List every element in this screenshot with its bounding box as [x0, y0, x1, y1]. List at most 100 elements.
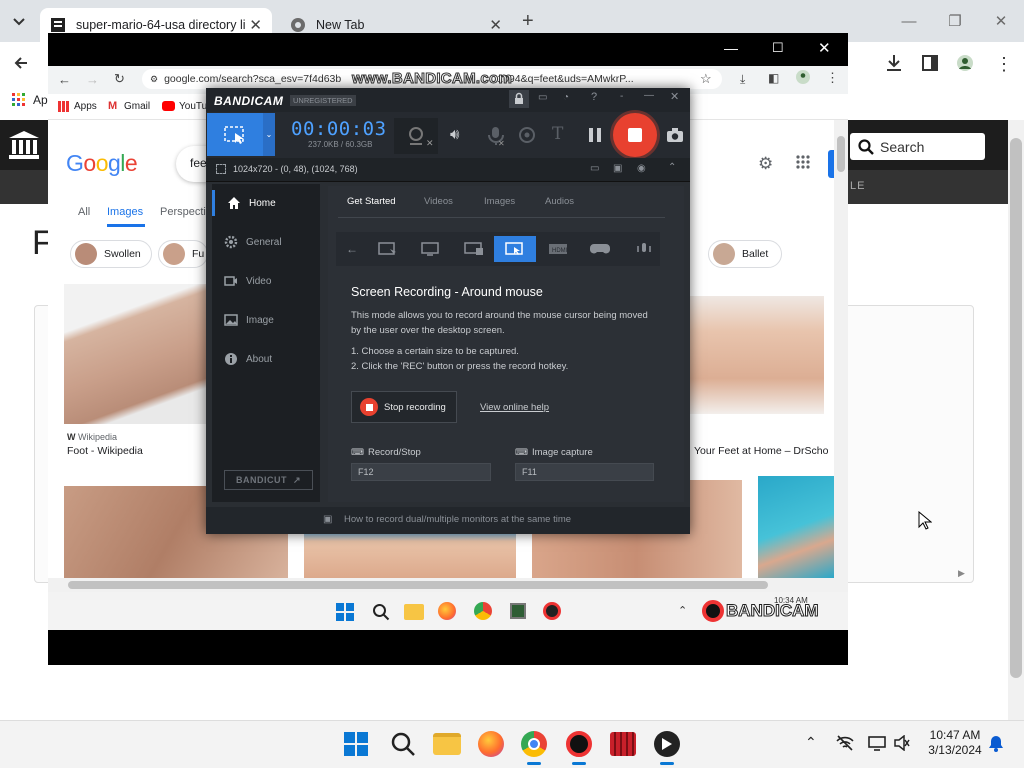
notification-bell-icon[interactable]: [988, 735, 1004, 753]
record-stop-hotkey[interactable]: F12: [351, 463, 491, 481]
tab-get-started[interactable]: Get Started: [347, 196, 396, 207]
result-title[interactable]: Your Feet at Home – DrScho: [694, 445, 828, 457]
chrome-icon[interactable]: [521, 731, 547, 757]
sidebar-item-video[interactable]: Video: [212, 268, 320, 294]
scroll-right-icon[interactable]: ▶: [958, 568, 965, 579]
tab-perspectives[interactable]: Perspecti: [160, 206, 206, 218]
mouse-effect-icon[interactable]: [518, 126, 536, 144]
image-capture-hotkey[interactable]: F11: [515, 463, 654, 481]
inner-menu-icon[interactable]: ⋮: [826, 70, 839, 86]
inner-firefox-icon[interactable]: [438, 602, 456, 620]
inner-side-panel-icon[interactable]: ◧: [768, 71, 779, 85]
bandicam-icon[interactable]: [566, 731, 592, 757]
inner-tray-chevron-icon[interactable]: ⌃: [678, 604, 687, 617]
bc-collapse-button[interactable]: —: [644, 90, 654, 101]
help-icon[interactable]: ?: [591, 91, 597, 103]
inner-download-icon[interactable]: ⤓: [740, 72, 745, 87]
clock-icon[interactable]: ◔: [563, 92, 569, 103]
folder-icon[interactable]: ▭: [538, 92, 547, 103]
sidebar-item-image[interactable]: Image: [212, 307, 320, 333]
site-search-input[interactable]: Search: [850, 133, 985, 160]
volume-muted-icon[interactable]: [894, 735, 910, 751]
sidebar-item-about[interactable]: About: [212, 346, 320, 372]
sidebar-item-home[interactable]: Home: [212, 190, 320, 216]
tab-search-icon[interactable]: [10, 12, 28, 30]
result-image[interactable]: [758, 476, 834, 578]
speaker-icon[interactable]: 🔊︎: [450, 126, 459, 143]
result-title[interactable]: Foot - Wikipedia: [67, 445, 143, 457]
view-online-help-link[interactable]: View online help: [480, 402, 549, 413]
bandicut-button[interactable]: BANDICUT ↗: [224, 470, 313, 490]
image-icon[interactable]: ▣: [613, 163, 622, 174]
text-overlay-icon[interactable]: T: [552, 124, 563, 144]
inner-app-icon[interactable]: [510, 603, 526, 619]
mode-game-icon[interactable]: [580, 236, 620, 262]
chip-fungus[interactable]: Fu: [158, 240, 208, 268]
result-image-feet[interactable]: [690, 296, 824, 414]
inner-minimize-button[interactable]: —: [724, 40, 738, 56]
bookmark-star-icon[interactable]: ☆: [700, 71, 712, 87]
tab-images[interactable]: Images: [107, 206, 143, 218]
mode-select-button[interactable]: [207, 113, 263, 156]
inner-bandicam-icon[interactable]: [543, 602, 561, 620]
microphone-icon[interactable]: ✕: [484, 124, 508, 148]
pause-button[interactable]: [588, 126, 602, 144]
network-disconnected-icon[interactable]: [836, 735, 854, 751]
media-player-icon[interactable]: [654, 731, 680, 757]
search-icon[interactable]: [390, 731, 420, 761]
tab-all[interactable]: All: [78, 206, 90, 218]
firefox-icon[interactable]: [478, 731, 504, 757]
new-tab-button[interactable]: +: [522, 10, 534, 33]
file-explorer-icon[interactable]: [433, 733, 461, 755]
chip-ballet[interactable]: Ballet: [708, 240, 782, 268]
side-panel-icon[interactable]: [922, 55, 938, 71]
inner-reload-icon[interactable]: ↻: [114, 71, 125, 87]
inner-back-icon[interactable]: ←: [58, 72, 71, 87]
back-icon[interactable]: [12, 54, 30, 72]
inner-apps-icon[interactable]: [58, 101, 69, 112]
maximize-button[interactable]: ❐: [932, 6, 978, 36]
menu-icon[interactable]: ⋮: [995, 54, 1013, 75]
back-arrow-icon[interactable]: ←: [332, 236, 372, 262]
inner-maximize-button[interactable]: ☐: [772, 40, 784, 56]
inner-forward-icon[interactable]: →: [86, 72, 99, 87]
tab-audios[interactable]: Audios: [545, 196, 574, 207]
lock-icon[interactable]: [509, 90, 529, 108]
stop-recording-button[interactable]: Stop recording: [351, 391, 457, 423]
game-app-icon[interactable]: [610, 732, 636, 756]
screenshot-camera-icon[interactable]: [666, 127, 684, 143]
webcam-toggle[interactable]: ✕: [394, 118, 438, 154]
mode-fullscreen-icon[interactable]: [410, 236, 450, 262]
mode-window-icon[interactable]: [454, 236, 494, 262]
start-icon[interactable]: [343, 731, 373, 761]
close-button[interactable]: ✕: [978, 6, 1024, 36]
mode-rectangle-icon[interactable]: [368, 236, 408, 262]
page-scrollbar[interactable]: [1008, 120, 1024, 720]
tray-chevron-icon[interactable]: ⌃: [805, 734, 817, 751]
inner-search-icon[interactable]: [372, 603, 390, 621]
mode-dropdown-icon[interactable]: ⌄: [263, 113, 275, 156]
inner-profile-icon[interactable]: [796, 70, 810, 84]
tab-videos[interactable]: Videos: [424, 196, 453, 207]
inner-page-scrollbar[interactable]: [834, 120, 848, 592]
bookmark-apps[interactable]: Apps: [74, 101, 97, 112]
sidebar-item-general[interactable]: General: [212, 229, 320, 255]
apps-icon[interactable]: [12, 93, 26, 107]
google-apps-icon[interactable]: [796, 155, 810, 169]
chip-swollen[interactable]: Swollen: [70, 240, 152, 268]
site-info-icon[interactable]: ⚙: [150, 74, 158, 85]
download-icon[interactable]: [884, 54, 904, 72]
close-icon[interactable]: ✕: [249, 16, 262, 34]
inner-close-button[interactable]: ✕: [818, 39, 831, 57]
mode-around-mouse-icon[interactable]: [494, 236, 536, 262]
bc-minimize-button[interactable]: -: [620, 91, 623, 102]
bookmark-youtube[interactable]: YouTu: [179, 101, 207, 112]
inner-horizontal-scrollbar[interactable]: [48, 578, 838, 592]
settings-gear-icon[interactable]: ⚙: [758, 154, 773, 174]
inner-start-icon[interactable]: [336, 603, 354, 621]
broadcast-icon[interactable]: ◉: [637, 163, 646, 174]
display-icon[interactable]: [868, 735, 886, 751]
stop-record-button[interactable]: [613, 113, 657, 157]
tab-images[interactable]: Images: [484, 196, 515, 207]
mode-audio-icon[interactable]: [624, 236, 664, 262]
